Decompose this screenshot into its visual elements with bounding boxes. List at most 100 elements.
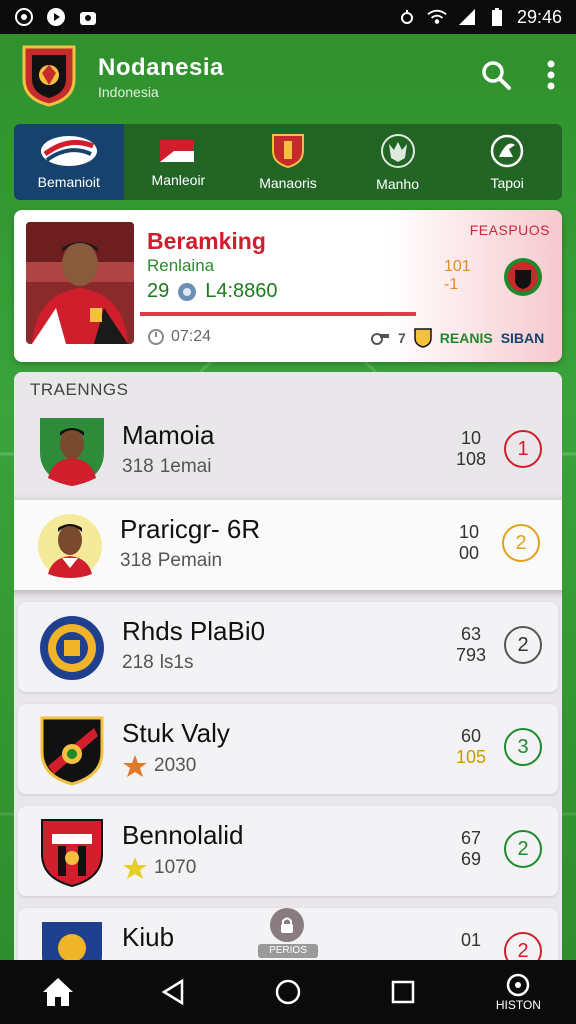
tab-label: Manho bbox=[376, 176, 419, 192]
stat-bottom: 793 bbox=[455, 645, 487, 665]
meta-text: 1070 bbox=[154, 857, 197, 878]
tab-tapoi[interactable]: Tapoi bbox=[452, 124, 562, 200]
tab-bemanioit[interactable]: Bemanioit bbox=[14, 124, 124, 200]
lock-icon bbox=[281, 917, 293, 933]
nav-home[interactable] bbox=[0, 976, 115, 1008]
nav-history[interactable]: HISTON bbox=[461, 972, 576, 1012]
featured-player-card[interactable]: FEASPUOS Beramking Renlaina 29 L4:8860 1… bbox=[14, 210, 562, 362]
nav-recents[interactable] bbox=[346, 979, 461, 1005]
signal-icon bbox=[457, 7, 477, 27]
club-name: Rhds PlaBi0 bbox=[122, 616, 266, 646]
list-item[interactable]: Stuk Valy 2030 60 105 3 bbox=[18, 704, 558, 794]
stat-bottom: 105 bbox=[455, 747, 487, 767]
team-mini-crest-icon bbox=[414, 328, 432, 348]
rank-badge: 2 bbox=[502, 524, 540, 562]
stat-top: 10 bbox=[458, 522, 480, 542]
meta-text: ls1s bbox=[159, 652, 194, 673]
club-name: Bennolalid bbox=[122, 820, 244, 850]
star-icon bbox=[123, 755, 147, 777]
featured-footer-num: 7 bbox=[398, 330, 406, 346]
stat-bottom: 69 bbox=[460, 849, 482, 869]
tab-label: Bemanioit bbox=[37, 174, 100, 190]
rank-badge: 3 bbox=[504, 728, 542, 766]
rankings-list-panel: TRAENNGS Mamoia 318 1emai 10 108 1 Prari… bbox=[14, 372, 562, 972]
meta-text: 1emai bbox=[159, 456, 212, 477]
league-logo-icon bbox=[40, 136, 97, 166]
club-name: Stuk Valy bbox=[122, 718, 230, 748]
featured-time: 07:24 bbox=[171, 328, 212, 345]
stat-top: 60 bbox=[460, 726, 482, 746]
status-time: 29:46 bbox=[516, 6, 562, 27]
ball-icon bbox=[178, 282, 197, 301]
meta-number: 318 bbox=[122, 456, 154, 477]
nav-back[interactable] bbox=[115, 978, 230, 1006]
list-item[interactable]: Bennolalid 1070 67 69 2 bbox=[18, 806, 558, 896]
team-crest-logo bbox=[20, 43, 78, 112]
tab-label: Manaoris bbox=[259, 175, 317, 191]
club-name: Kiub bbox=[122, 922, 175, 952]
app-subtitle: Indonesia bbox=[98, 84, 159, 100]
meta-number: 318 bbox=[120, 550, 152, 571]
category-tabs: Bemanioit Manleoir Manaoris Manho Tapoi bbox=[14, 124, 562, 200]
featured-player-subtitle: Renlaina bbox=[147, 256, 215, 275]
featured-player-name: Beramking bbox=[147, 228, 266, 254]
featured-stat-a: 29 bbox=[147, 280, 170, 302]
player-name: Praricgr- 6R bbox=[120, 514, 261, 544]
app-bar: Nodanesia Indonesia bbox=[0, 34, 576, 120]
stat-top: 01 bbox=[460, 930, 482, 950]
navigation-bar: HISTON bbox=[0, 960, 576, 1024]
featured-team-a: REANIS bbox=[439, 330, 493, 346]
rank-badge: 1 bbox=[504, 430, 542, 468]
back-icon bbox=[161, 978, 184, 1006]
tab-manleoir[interactable]: Manleoir bbox=[124, 124, 234, 200]
featured-label: FEASPUOS bbox=[469, 222, 550, 238]
featured-stat-b: L4:8860 bbox=[205, 280, 278, 302]
list-item[interactable]: Mamoia 318 1emai 10 108 1 bbox=[18, 406, 558, 496]
status-bar: 29:46 bbox=[0, 0, 576, 34]
wifi-icon bbox=[427, 7, 447, 27]
tab-manho[interactable]: Manho bbox=[343, 124, 453, 200]
player-name: Mamoia bbox=[122, 420, 215, 450]
featured-score-top: 101 bbox=[444, 258, 471, 275]
shield-icon bbox=[271, 134, 304, 169]
stat-bottom: 00 bbox=[458, 543, 480, 563]
list-item-selected[interactable]: Praricgr- 6R 318 Pemain 10 00 2 bbox=[14, 500, 562, 590]
shop-icon bbox=[78, 7, 98, 27]
app-title: Nodanesia bbox=[98, 54, 224, 81]
rank-badge: 2 bbox=[504, 830, 542, 868]
home-circle-icon bbox=[275, 979, 301, 1005]
lock-button[interactable] bbox=[270, 908, 304, 942]
stat-top: 67 bbox=[460, 828, 482, 848]
nav-history-label: HISTON bbox=[495, 998, 541, 1012]
battery-icon bbox=[487, 7, 507, 27]
meta-number: 218 bbox=[122, 652, 154, 673]
eagle-crest-icon bbox=[490, 134, 524, 168]
player-photo bbox=[26, 222, 134, 344]
stat-top: 63 bbox=[460, 624, 482, 644]
home-icon bbox=[42, 978, 73, 1006]
list-heading: TRAENNGS bbox=[30, 380, 129, 399]
featured-team-b: SIBAN bbox=[500, 330, 545, 346]
play-icon bbox=[46, 7, 66, 27]
meta-text: 2030 bbox=[154, 755, 197, 776]
stat-bottom: 108 bbox=[455, 449, 487, 469]
tab-manaoris[interactable]: Manaoris bbox=[233, 124, 343, 200]
list-item[interactable]: Rhds PlaBi0 218 ls1s 63 793 2 bbox=[18, 602, 558, 692]
clock-icon bbox=[148, 329, 164, 345]
vibrate-icon bbox=[397, 7, 417, 27]
tab-label: Manleoir bbox=[151, 172, 206, 188]
club-badge-icon bbox=[502, 256, 544, 303]
whatsapp-icon bbox=[14, 7, 34, 27]
search-icon[interactable] bbox=[480, 59, 512, 96]
more-vert-icon[interactable] bbox=[546, 59, 556, 96]
wolf-crest-icon bbox=[380, 134, 415, 168]
featured-divider bbox=[140, 312, 416, 316]
player-avatar bbox=[36, 510, 104, 582]
featured-score-bottom: -1 bbox=[444, 276, 459, 293]
meta-text: Pemain bbox=[157, 550, 223, 571]
recents-icon bbox=[391, 980, 415, 1004]
club-crest-icon bbox=[38, 816, 106, 888]
star-icon bbox=[123, 857, 147, 879]
club-crest-icon bbox=[38, 612, 106, 684]
nav-home-button[interactable] bbox=[230, 978, 345, 1006]
